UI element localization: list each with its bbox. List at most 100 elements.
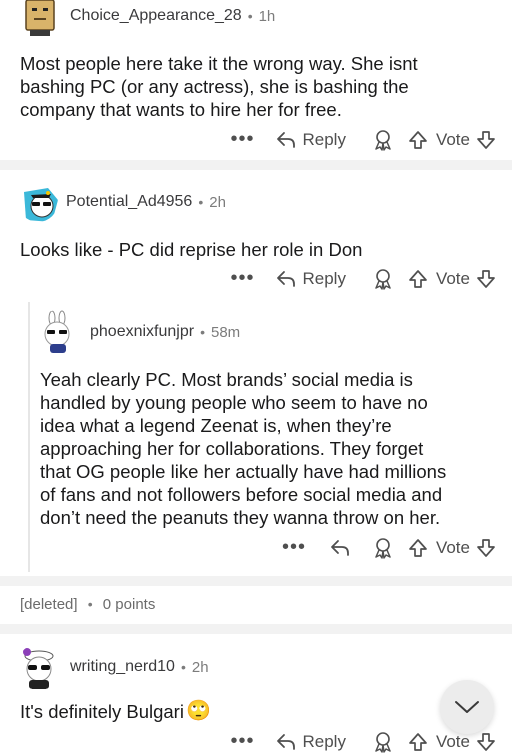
comment-actions: ••• Reply Vote — [230, 730, 496, 753]
reply-button[interactable]: Reply — [276, 129, 346, 150]
comment-actions: ••• Reply Vote — [230, 128, 496, 151]
comment-text-line: Yeah clearly PC. Most brands’ social med… — [40, 369, 413, 390]
downvote-icon — [477, 130, 495, 149]
reply-icon — [277, 733, 296, 750]
avatar[interactable] — [36, 310, 80, 354]
comment-text-line: that OG people like her actually have ha… — [40, 461, 447, 482]
reply-label: Reply — [302, 129, 346, 149]
comment-header: writing_nerd10 • 2h — [16, 644, 209, 690]
comment-3-reply: phoexnixfunjpr • 58m Yeah clearly PC. Mo… — [34, 298, 512, 574]
avatar[interactable] — [16, 644, 62, 690]
bunny-avatar-icon — [44, 310, 70, 353]
timestamp: 58m — [210, 323, 241, 341]
comment-text-line: idea what a legend Zeenat is, when they’… — [40, 415, 392, 436]
comment-actions: ••• Vote — [282, 536, 496, 559]
more-options-button[interactable]: ••• — [230, 267, 254, 290]
award-icon — [375, 731, 391, 753]
comment-text-line: company that wants to hire her for free. — [20, 99, 342, 120]
comment-text-line: approaching her for collaborations. They… — [40, 438, 424, 459]
comment-4: writing_nerd10 • 2h It's definitely Bulg… — [0, 634, 512, 756]
comment-text-line: of fans and not followers before social … — [40, 484, 443, 505]
award-icon — [375, 268, 391, 290]
comment-text-line: handled by young people who seem to have… — [40, 392, 428, 413]
upvote-button[interactable] — [408, 732, 428, 752]
upvote-button[interactable] — [408, 130, 428, 150]
downvote-icon — [477, 538, 495, 557]
comment-header: phoexnixfunjpr • 58m — [36, 310, 240, 354]
award-button[interactable] — [372, 731, 394, 753]
reply-icon — [331, 539, 349, 556]
timestamp: 2h — [209, 193, 226, 211]
downvote-button[interactable] — [476, 130, 496, 150]
vote-label: Vote — [435, 268, 470, 288]
comment-actions: ••• Reply Vote — [230, 267, 496, 290]
reply-button[interactable]: Reply — [276, 268, 346, 289]
comment-separator — [0, 576, 512, 586]
reply-label: Reply — [302, 268, 346, 288]
username[interactable]: writing_nerd10 — [70, 658, 175, 676]
downvote-button[interactable] — [476, 732, 496, 752]
chevron-down-icon — [455, 701, 479, 713]
more-options-button[interactable]: ••• — [230, 730, 254, 753]
comment-body: Looks like - PC did reprise her role in … — [20, 238, 362, 261]
comment-header: Choice_Appearance_28 • 1h — [20, 0, 275, 36]
thread-line[interactable] — [28, 302, 30, 572]
upvote-icon — [409, 130, 427, 149]
separator-dot: • — [247, 8, 253, 24]
upvote-button[interactable] — [408, 538, 428, 558]
reply-icon — [277, 131, 296, 148]
vote-label: Vote — [435, 129, 470, 149]
award-icon — [375, 537, 391, 559]
comment-text-line: bashing PC (or any actress), she is bash… — [20, 76, 409, 97]
avatar[interactable] — [18, 182, 58, 222]
reply-icon — [277, 270, 296, 287]
comment-text: It's definitely Bulgari — [20, 701, 184, 722]
downvote-icon — [477, 732, 495, 751]
separator-dot: • — [87, 596, 93, 612]
snoo-avatar-icon — [24, 188, 58, 222]
more-options-button[interactable]: ••• — [230, 128, 254, 151]
username[interactable]: Choice_Appearance_28 — [70, 7, 242, 25]
vote-label: Vote — [435, 537, 470, 557]
upvote-icon — [409, 732, 427, 751]
username[interactable]: phoexnixfunjpr — [90, 323, 194, 341]
separator-dot: • — [198, 194, 204, 210]
timestamp: 2h — [191, 658, 209, 676]
comment-header: Potential_Ad4956 • 2h — [18, 182, 226, 222]
comment-body: Yeah clearly PC. Most brands’ social med… — [40, 368, 446, 529]
comment-separator — [0, 624, 512, 634]
downvote-icon — [477, 269, 495, 288]
scroll-down-button[interactable] — [440, 680, 494, 734]
separator-dot: • — [180, 659, 186, 675]
comment-text-line: Looks like - PC did reprise her role in … — [20, 239, 363, 260]
downvote-button[interactable] — [476, 269, 496, 289]
deleted-label: [deleted] — [20, 596, 78, 613]
eye-roll-emoji: 🙄 — [185, 700, 211, 722]
reply-button[interactable]: Reply — [276, 731, 346, 752]
more-options-button[interactable]: ••• — [282, 536, 306, 559]
upvote-icon — [409, 269, 427, 288]
timestamp: 1h — [258, 7, 276, 25]
downvote-button[interactable] — [476, 538, 496, 558]
username[interactable]: Potential_Ad4956 — [66, 193, 192, 211]
reply-label: Reply — [302, 731, 346, 751]
deleted-row: [deleted] • 0 points — [20, 596, 155, 613]
award-button[interactable] — [372, 129, 394, 151]
separator-dot: • — [200, 324, 205, 340]
points-label: 0 points — [102, 596, 156, 613]
comment-1: Choice_Appearance_28 • 1h Most people he… — [0, 0, 512, 158]
award-button[interactable] — [372, 268, 394, 290]
upvote-button[interactable] — [408, 269, 428, 289]
comment-2: Potential_Ad4956 • 2h Looks like - PC di… — [0, 170, 512, 298]
award-icon — [375, 129, 391, 151]
reply-button[interactable] — [330, 539, 350, 557]
comment-text-line: Most people here take it the wrong way. … — [20, 53, 418, 74]
comment-separator — [0, 160, 512, 170]
comment-body: It's definitely Bulgari 🙄 — [20, 700, 211, 723]
upvote-icon — [409, 538, 427, 557]
award-button[interactable] — [372, 537, 394, 559]
comment-text-line: don’t need the peanuts they wanna throw … — [40, 507, 441, 528]
box-avatar-icon — [25, 0, 55, 36]
deleted-comment[interactable]: [deleted] • 0 points — [0, 586, 512, 622]
avatar[interactable] — [20, 0, 60, 36]
